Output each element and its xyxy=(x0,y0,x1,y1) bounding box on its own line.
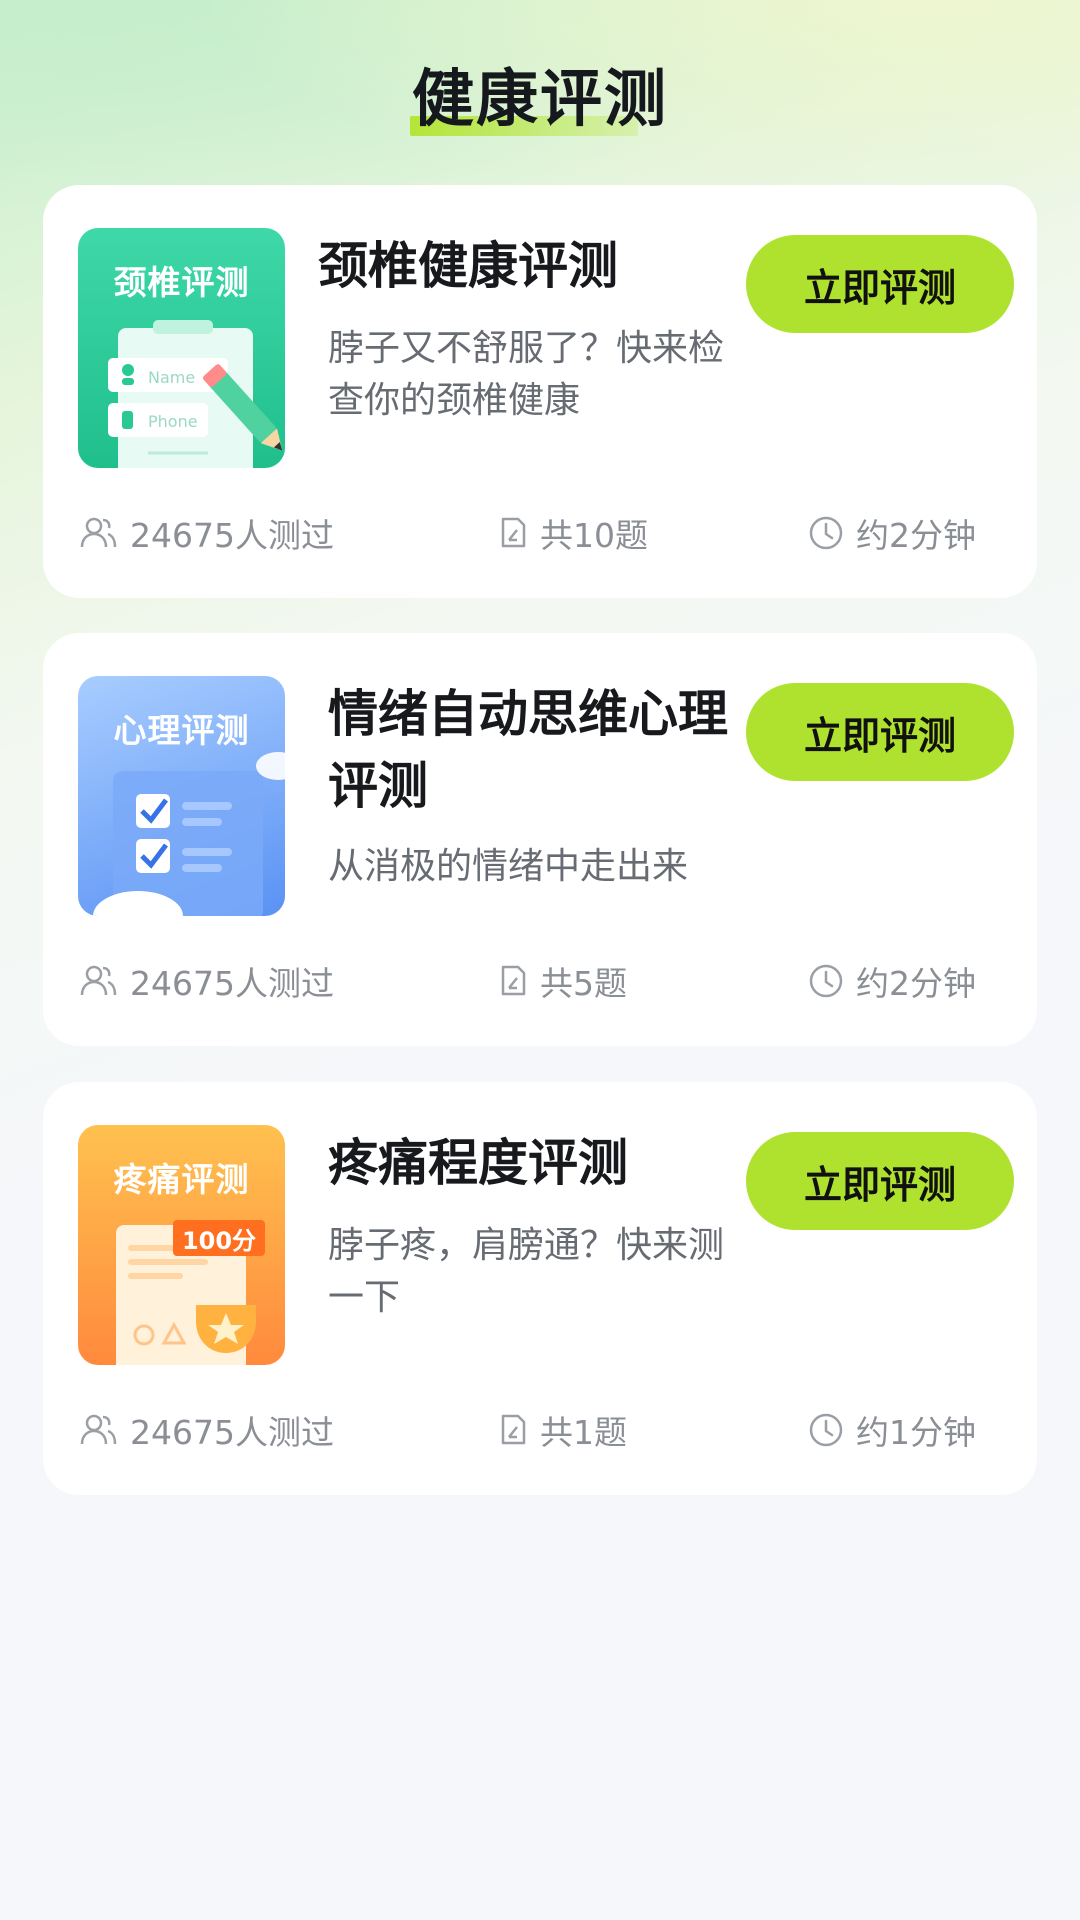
participant-count-text: 24675人测过 xyxy=(130,516,334,555)
header: 健康评测 xyxy=(0,48,1080,138)
document-icon xyxy=(501,517,526,548)
participant-count: 24675人测过 xyxy=(80,508,334,558)
assessment-card-emotion[interactable]: 心理评测 情绪自动思维心理评测 从消极的情绪中走出来 立即评测 24675人测过… xyxy=(43,633,1037,1046)
document-icon xyxy=(501,965,526,996)
assessment-card-neck[interactable]: 颈椎评测 Name Phone 颈椎健康评测 脖子又不舒服了？快来检查你的颈椎健… xyxy=(43,185,1037,598)
pain-assessment-thumbnail: 疼痛评测 100分 xyxy=(78,1125,285,1365)
duration-text: 约1分钟 xyxy=(856,1413,976,1452)
participant-count: 24675人测过 xyxy=(80,1405,334,1455)
clock-icon xyxy=(809,964,843,998)
card-title: 疼痛程度评测 xyxy=(328,1134,628,1192)
question-count: 共5题 xyxy=(498,956,627,1006)
assessment-card-pain[interactable]: 疼痛评测 100分 疼痛程度评测 脖子疼，肩膀通？快来测一下 立即评测 2467… xyxy=(43,1082,1037,1495)
duration: 约1分钟 xyxy=(808,1405,976,1455)
thumbnail-label: 颈椎评测 xyxy=(113,263,250,302)
card-description: 从消极的情绪中走出来 xyxy=(328,846,689,887)
score-badge: 100分 xyxy=(173,1220,265,1256)
document-icon xyxy=(501,1414,526,1445)
start-assessment-button[interactable]: 立即评测 xyxy=(746,1132,1014,1230)
duration: 约2分钟 xyxy=(808,508,976,558)
clock-icon xyxy=(809,1413,843,1447)
participant-count-text: 24675人测过 xyxy=(130,964,334,1003)
page-title: 健康评测 xyxy=(409,48,668,138)
thumb-field-phone: Phone xyxy=(148,412,198,431)
card-title: 颈椎健康评测 xyxy=(318,237,618,295)
start-assessment-button[interactable]: 立即评测 xyxy=(746,235,1014,333)
question-count-text: 共5题 xyxy=(540,964,627,1003)
emotion-assessment-thumbnail: 心理评测 xyxy=(78,676,285,916)
card-description: 脖子又不舒服了？快来检查你的颈椎健康 xyxy=(328,328,725,421)
question-count: 共10题 xyxy=(498,508,648,558)
participant-count-text: 24675人测过 xyxy=(130,1413,334,1452)
participant-count: 24675人测过 xyxy=(80,956,334,1006)
page-title-text: 健康评测 xyxy=(411,62,668,135)
card-title: 情绪自动思维心理评测 xyxy=(328,685,728,815)
duration: 约2分钟 xyxy=(808,956,976,1006)
people-icon xyxy=(80,965,117,996)
score-badge-text: 100分 xyxy=(181,1226,257,1255)
neck-assessment-thumbnail: 颈椎评测 Name Phone xyxy=(78,228,285,468)
thumbnail-label: 心理评测 xyxy=(113,711,250,750)
people-icon xyxy=(80,517,117,548)
question-count-text: 共1题 xyxy=(540,1413,627,1452)
question-count-text: 共10题 xyxy=(540,516,648,555)
thumbnail-label: 疼痛评测 xyxy=(113,1160,250,1199)
thumb-field-name: Name xyxy=(148,368,196,387)
people-icon xyxy=(80,1414,117,1445)
clock-icon xyxy=(809,516,843,550)
card-description: 脖子疼，肩膀通？快来测一下 xyxy=(328,1225,725,1318)
duration-text: 约2分钟 xyxy=(856,516,976,555)
start-assessment-button[interactable]: 立即评测 xyxy=(746,683,1014,781)
question-count: 共1题 xyxy=(498,1405,627,1455)
duration-text: 约2分钟 xyxy=(856,964,976,1003)
